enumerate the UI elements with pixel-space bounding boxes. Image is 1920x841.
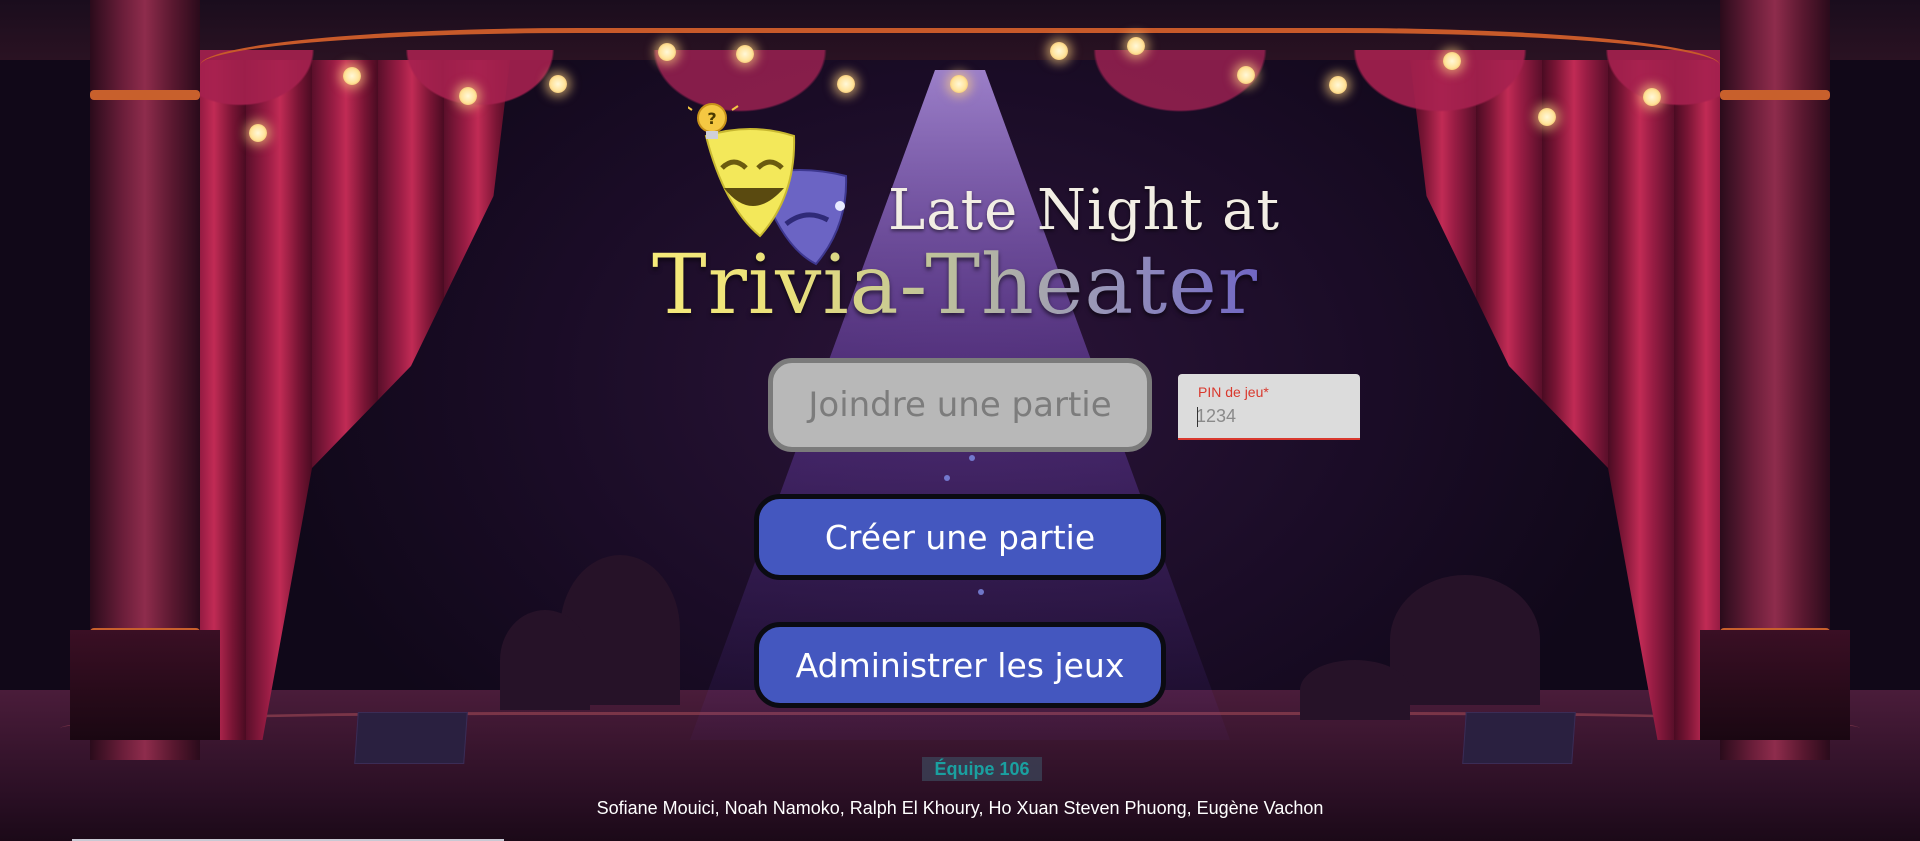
string-light [1443, 52, 1461, 70]
string-light [736, 45, 754, 63]
left-pillar-base [70, 630, 220, 740]
right-pillar-base [1700, 630, 1850, 740]
sparkle [944, 475, 950, 481]
backdrop-bush [1300, 660, 1410, 720]
stage-speaker [1462, 712, 1576, 764]
team-badge: Équipe 106 [922, 757, 1042, 781]
join-game-button[interactable]: Joindre une partie [768, 358, 1152, 452]
administer-games-button[interactable]: Administrer les jeux [754, 622, 1166, 708]
logo-title-line2: Trivia-Theater [652, 238, 1272, 338]
string-light [1050, 42, 1068, 60]
string-light [459, 87, 477, 105]
team-members-credits: Sofiane Mouici, Noah Namoko, Ralph El Kh… [596, 798, 1324, 818]
string-light [1237, 66, 1255, 84]
pillar-ring [1720, 90, 1830, 100]
game-pin-label: PIN de jeu* [1198, 384, 1269, 400]
string-light [343, 67, 361, 85]
svg-text:?: ? [707, 109, 716, 128]
string-light [549, 75, 567, 93]
string-light [658, 43, 676, 61]
stage-speaker [354, 712, 468, 764]
stage-edge [60, 712, 1860, 745]
pillar-ring [90, 90, 200, 100]
string-light [950, 75, 968, 93]
sparkle [969, 455, 975, 461]
backdrop-bush [500, 610, 590, 710]
string-light [1127, 37, 1145, 55]
string-light [249, 124, 267, 142]
string-light [1329, 76, 1347, 94]
string-light [1538, 108, 1556, 126]
backdrop-bush [1390, 575, 1540, 705]
game-pin-input[interactable] [1196, 404, 1346, 428]
string-light [1643, 88, 1661, 106]
text-caret [1197, 407, 1198, 427]
string-light [837, 75, 855, 93]
create-game-button[interactable]: Créer une partie [754, 494, 1166, 580]
sparkle [978, 589, 984, 595]
game-pin-field[interactable]: PIN de jeu* [1178, 374, 1360, 440]
